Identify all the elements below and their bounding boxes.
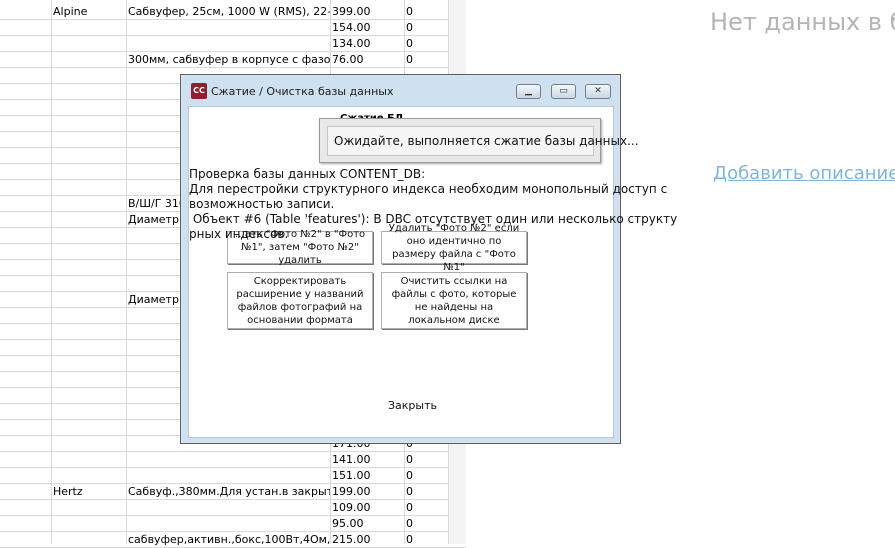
brand-cell[interactable] <box>53 20 125 36</box>
table-row[interactable]: сабвуфер,активн.,бокс,100Вт,4Ом,165 215.0… <box>0 532 466 548</box>
price-cell[interactable]: 399.00 <box>332 4 404 20</box>
brand-cell[interactable] <box>53 532 125 548</box>
db-check-notice: Проверка базы данных CONTENT_DB: Для пер… <box>189 167 678 241</box>
close-icon: ✕ <box>594 86 602 96</box>
clear-missing-links-button[interactable]: Очистить ссылки на файлы с фото, которые… <box>381 272 527 329</box>
brand-cell[interactable] <box>53 68 125 84</box>
price-cell[interactable]: 109.00 <box>332 500 404 516</box>
brand-cell[interactable] <box>53 340 125 356</box>
description-cell[interactable]: сабвуфер,активн.,бокс,100Вт,4Ом,165 <box>128 532 330 548</box>
maximize-icon: ▭ <box>559 86 568 96</box>
brand-cell[interactable] <box>53 356 125 372</box>
quantity-cell[interactable]: 0 <box>406 52 446 68</box>
table-row[interactable]: 141.00 0 <box>0 452 466 468</box>
quantity-cell[interactable]: 0 <box>406 36 446 52</box>
table-row[interactable]: 151.00 0 <box>0 468 466 484</box>
quantity-cell[interactable]: 0 <box>406 20 446 36</box>
table-row[interactable]: 95.00 0 <box>0 516 466 532</box>
close-window-button[interactable]: ✕ <box>585 84 611 99</box>
brand-cell[interactable] <box>53 148 125 164</box>
progress-popup: Ожидайте, выполняется сжатие базы данных… <box>319 118 639 163</box>
description-cell[interactable] <box>128 36 330 52</box>
description-cell[interactable] <box>128 516 330 532</box>
description-cell[interactable]: 300мм, сабвуфер в корпусе с фазоинвертор… <box>128 52 330 68</box>
table-row[interactable]: 300мм, сабвуфер в корпусе с фазоинвертор… <box>0 52 466 68</box>
description-cell[interactable] <box>128 452 330 468</box>
description-cell[interactable]: Сабвуфер, 25см, 1000 W (RMS), 22-500Гц <box>128 4 330 20</box>
column-divider <box>126 0 127 544</box>
brand-cell[interactable] <box>53 116 125 132</box>
quantity-cell[interactable]: 0 <box>406 452 446 468</box>
add-description-link[interactable]: Добавить описание в <box>713 163 895 184</box>
quantity-cell[interactable]: 0 <box>406 500 446 516</box>
quantity-cell[interactable]: 0 <box>406 516 446 532</box>
brand-cell[interactable] <box>53 196 125 212</box>
price-cell[interactable]: 76.00 <box>332 52 404 68</box>
description-cell[interactable]: Сабвуф.,380мм.Для устан.в закрыт.ящик <box>128 484 330 500</box>
brand-cell[interactable] <box>53 404 125 420</box>
brand-cell[interactable] <box>53 52 125 68</box>
table-row[interactable]: AlpineСабвуфер, 25см, 1000 W (RMS), 22-5… <box>0 4 466 20</box>
clear-missing-label: Очистить ссылки на файлы с фото, которые… <box>391 275 517 326</box>
brand-cell[interactable]: Hertz <box>53 484 125 500</box>
brand-cell[interactable] <box>53 372 125 388</box>
table-row[interactable]: HertzСабвуф.,380мм.Для устан.в закрыт.ящ… <box>0 484 466 500</box>
brand-cell[interactable] <box>53 180 125 196</box>
brand-cell[interactable] <box>53 468 125 484</box>
column-divider <box>51 0 52 544</box>
price-cell[interactable]: 151.00 <box>332 468 404 484</box>
quantity-cell[interactable]: 0 <box>406 484 446 500</box>
brand-cell[interactable] <box>53 100 125 116</box>
description-cell[interactable] <box>128 500 330 516</box>
price-cell[interactable]: 199.00 <box>332 484 404 500</box>
no-data-heading: Нет данных в б <box>710 8 895 36</box>
brand-cell[interactable] <box>53 388 125 404</box>
maximize-button[interactable]: ▭ <box>551 84 576 99</box>
brand-cell[interactable]: Alpine <box>53 4 125 20</box>
dialog-titlebar[interactable]: CC Сжатие / Очистка базы данных ▁ ▭ ✕ <box>181 75 620 105</box>
fix-extensions-button[interactable]: Скорректировать расширение у названий фа… <box>227 272 373 329</box>
brand-cell[interactable] <box>53 308 125 324</box>
brand-cell[interactable] <box>53 244 125 260</box>
brand-cell[interactable] <box>53 276 125 292</box>
brand-cell[interactable] <box>53 420 125 436</box>
brand-cell[interactable] <box>53 260 125 276</box>
price-cell[interactable]: 215.00 <box>332 532 404 548</box>
quantity-cell[interactable]: 0 <box>406 4 446 20</box>
description-cell[interactable] <box>128 468 330 484</box>
brand-cell[interactable] <box>53 228 125 244</box>
dialog-title: Сжатие / Очистка базы данных <box>211 85 394 98</box>
app-icon: CC <box>191 83 207 99</box>
price-cell[interactable]: 141.00 <box>332 452 404 468</box>
brand-cell[interactable] <box>53 452 125 468</box>
brand-cell[interactable] <box>53 164 125 180</box>
price-cell[interactable]: 134.00 <box>332 36 404 52</box>
quantity-cell[interactable]: 0 <box>406 468 446 484</box>
brand-cell[interactable] <box>53 36 125 52</box>
brand-cell[interactable] <box>53 500 125 516</box>
table-row[interactable]: 154.00 0 <box>0 20 466 36</box>
price-cell[interactable]: 154.00 <box>332 20 404 36</box>
brand-cell[interactable] <box>53 324 125 340</box>
brand-cell[interactable] <box>53 132 125 148</box>
table-row[interactable]: 109.00 0 <box>0 500 466 516</box>
brand-cell[interactable] <box>53 292 125 308</box>
fix-extensions-label: Скорректировать расширение у названий фа… <box>236 275 364 326</box>
table-row[interactable]: 134.00 0 <box>0 36 466 52</box>
brand-cell[interactable] <box>53 516 125 532</box>
quantity-cell[interactable]: 0 <box>406 532 446 548</box>
close-button[interactable]: Закрыть <box>388 399 437 412</box>
progress-message: Ожидайте, выполняется сжатие базы данных… <box>327 126 639 156</box>
price-cell[interactable]: 95.00 <box>332 516 404 532</box>
brand-cell[interactable] <box>53 212 125 228</box>
minimize-icon: ▁ <box>525 86 532 96</box>
description-cell[interactable] <box>128 20 330 36</box>
brand-cell[interactable] <box>53 436 125 452</box>
brand-cell[interactable] <box>53 84 125 100</box>
minimize-button[interactable]: ▁ <box>516 84 541 99</box>
